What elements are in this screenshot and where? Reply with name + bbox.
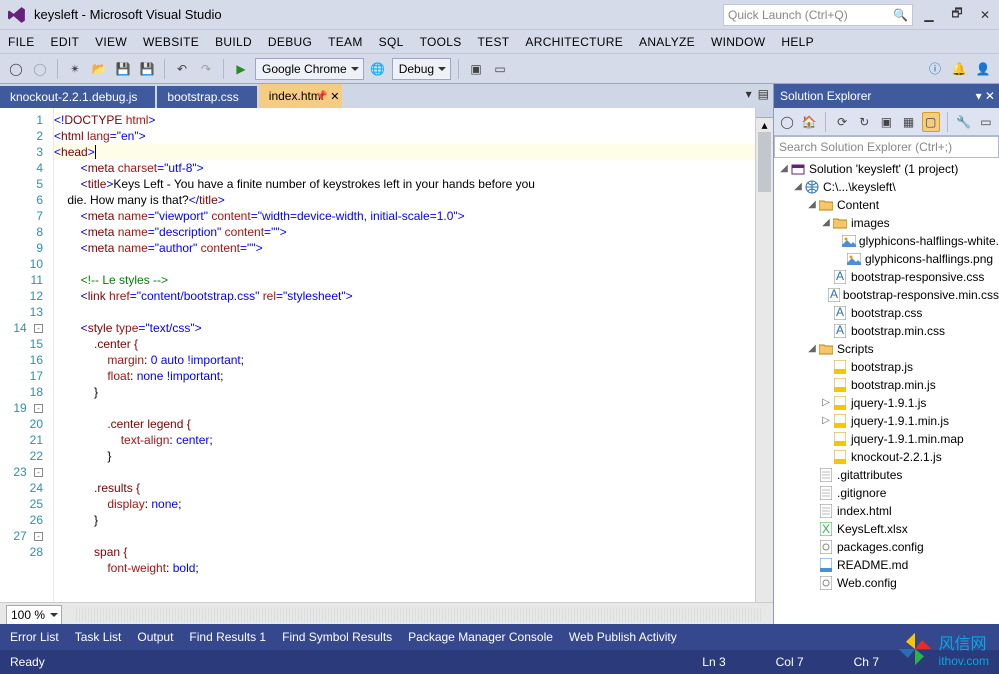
tab-bootstrap[interactable]: bootstrap.css: [157, 86, 256, 108]
menu-debug[interactable]: DEBUG: [268, 35, 312, 49]
menu-edit[interactable]: EDIT: [51, 35, 80, 49]
menu-window[interactable]: WINDOW: [711, 35, 765, 49]
scroll-up-icon[interactable]: ▴: [756, 118, 773, 132]
se-search-input[interactable]: Search Solution Explorer (Ctrl+;): [774, 136, 999, 158]
main-toolbar: ◯ ◯ ✴ 📂 💾 💾 ↶ ↷ ▶ Google Chrome 🌐 Debug …: [0, 54, 999, 84]
minimize-button[interactable]: ▁: [915, 4, 943, 26]
se-refresh-icon[interactable]: ↻: [855, 112, 873, 132]
menu-sql[interactable]: SQL: [379, 35, 404, 49]
bt-find1[interactable]: Find Results 1: [189, 630, 266, 644]
solution-explorer-title: Solution Explorer ▾ ✕: [774, 84, 999, 108]
svg-text:X: X: [822, 522, 830, 536]
bt-pmc[interactable]: Package Manager Console: [408, 630, 553, 644]
menu-tools[interactable]: TOOLS: [420, 35, 462, 49]
new-project-icon[interactable]: ✴: [65, 59, 85, 79]
menu-website[interactable]: WEBSITE: [143, 35, 199, 49]
se-back-icon[interactable]: ◯: [778, 112, 796, 132]
se-toolbar: ◯ 🏠 ⟳ ↻ ▣ ▦ ▢ 🔧 ▭: [774, 108, 999, 136]
status-col: Col 7: [776, 655, 804, 669]
editor-bottom-bar: 100 %: [0, 602, 773, 626]
se-sync-icon[interactable]: ⟳: [833, 112, 851, 132]
tab-knockout[interactable]: knockout-2.2.1.debug.js: [0, 86, 155, 108]
nav-fwd-icon[interactable]: ◯: [30, 59, 50, 79]
extensions-icon[interactable]: ▣: [466, 59, 486, 79]
se-showall-icon[interactable]: ▦: [899, 112, 917, 132]
menubar: FILE EDIT VIEW WEBSITE BUILD DEBUG TEAM …: [0, 30, 999, 54]
status-ch: Ch 7: [854, 655, 879, 669]
solution-explorer-toggle-icon[interactable]: ▤: [758, 87, 769, 101]
editor-scrollbar[interactable]: ▴: [755, 108, 773, 602]
bottom-tool-tabs: Error List Task List Output Find Results…: [0, 624, 999, 650]
code-area[interactable]: <!DOCTYPE html><html lang="en"><head> <m…: [54, 108, 755, 602]
scroll-thumb[interactable]: [758, 132, 771, 192]
run-target-dropdown[interactable]: Google Chrome: [255, 58, 364, 80]
se-home-icon[interactable]: 🏠: [800, 112, 818, 132]
redo-icon[interactable]: ↷: [196, 59, 216, 79]
tab-index[interactable]: index.html📌✕: [259, 84, 342, 108]
open-icon[interactable]: 📂: [89, 59, 109, 79]
start-icon[interactable]: ▶: [231, 59, 251, 79]
bt-output[interactable]: Output: [137, 630, 173, 644]
se-collapse-icon[interactable]: ▣: [877, 112, 895, 132]
close-icon[interactable]: ✕: [330, 90, 339, 103]
nav-back-icon[interactable]: ◯: [6, 59, 26, 79]
code-editor[interactable]: 1234567891011121314 -1516171819 -2021222…: [0, 108, 773, 602]
quicklaunch-placeholder: Quick Launch (Ctrl+Q): [728, 8, 893, 22]
svg-text:A: A: [836, 270, 844, 283]
menu-help[interactable]: HELP: [781, 35, 814, 49]
content-area: knockout-2.2.1.debug.js bootstrap.css in…: [0, 84, 999, 650]
config-dropdown[interactable]: Debug: [392, 58, 451, 80]
svg-text:A: A: [830, 288, 838, 301]
se-preview-icon[interactable]: ▢: [922, 112, 940, 132]
se-tree[interactable]: ◢Solution 'keysleft' (1 project)◢C:\...\…: [774, 158, 999, 626]
svg-text:A: A: [836, 324, 844, 337]
search-icon: 🔍: [893, 8, 908, 22]
vs-logo-icon: [8, 6, 26, 24]
save-all-icon[interactable]: 💾: [137, 59, 157, 79]
bt-task-list[interactable]: Task List: [75, 630, 122, 644]
browser-link-icon[interactable]: 🌐: [368, 59, 388, 79]
status-line: Ln 3: [702, 655, 725, 669]
titlebar: keysleft - Microsoft Visual Studio Quick…: [0, 0, 999, 30]
menu-architecture[interactable]: ARCHITECTURE: [525, 35, 623, 49]
se-scope-icon[interactable]: ▭: [977, 112, 995, 132]
line-gutter: 1234567891011121314 -1516171819 -2021222…: [0, 108, 54, 602]
status-bar: Ready Ln 3 Col 7 Ch 7: [0, 650, 999, 674]
zoom-dropdown[interactable]: 100 %: [6, 605, 62, 625]
close-button[interactable]: ✕: [971, 4, 999, 26]
pinwheel-icon: [897, 631, 933, 667]
menu-build[interactable]: BUILD: [215, 35, 252, 49]
hscroll-track[interactable]: [76, 608, 761, 622]
account-icon[interactable]: 👤: [973, 59, 993, 79]
menu-view[interactable]: VIEW: [95, 35, 127, 49]
menu-test[interactable]: TEST: [478, 35, 510, 49]
window-title: keysleft - Microsoft Visual Studio: [34, 7, 222, 22]
editor-column: knockout-2.2.1.debug.js bootstrap.css in…: [0, 84, 774, 650]
menu-file[interactable]: FILE: [8, 35, 35, 49]
editor-tabs: knockout-2.2.1.debug.js bootstrap.css in…: [0, 84, 773, 108]
pin-icon[interactable]: 📌: [315, 91, 327, 102]
save-icon[interactable]: 💾: [113, 59, 133, 79]
feedback-icon[interactable]: ⓘ: [925, 59, 945, 79]
bt-webpub[interactable]: Web Publish Activity: [569, 630, 677, 644]
notifications-icon[interactable]: 🔔: [949, 59, 969, 79]
watermark: 风信网 ithov.com: [897, 630, 989, 668]
status-ready: Ready: [10, 655, 45, 669]
tab-dropdown-icon[interactable]: ▾: [746, 87, 752, 101]
menu-team[interactable]: TEAM: [328, 35, 363, 49]
split-handle[interactable]: [756, 108, 773, 118]
menu-analyze[interactable]: ANALYZE: [639, 35, 695, 49]
svg-text:A: A: [836, 306, 844, 319]
bt-findsym[interactable]: Find Symbol Results: [282, 630, 392, 644]
solution-explorer-panel: Solution Explorer ▾ ✕ ◯ 🏠 ⟳ ↻ ▣ ▦ ▢ 🔧 ▭ …: [774, 84, 999, 650]
panel-menu-icon[interactable]: ▾ ✕: [976, 89, 995, 103]
bt-error-list[interactable]: Error List: [10, 630, 59, 644]
toolbox-icon[interactable]: ▭: [490, 59, 510, 79]
quicklaunch-input[interactable]: Quick Launch (Ctrl+Q) 🔍: [723, 4, 913, 26]
se-properties-icon[interactable]: 🔧: [955, 112, 973, 132]
undo-icon[interactable]: ↶: [172, 59, 192, 79]
restore-button[interactable]: 🗗: [943, 4, 971, 26]
